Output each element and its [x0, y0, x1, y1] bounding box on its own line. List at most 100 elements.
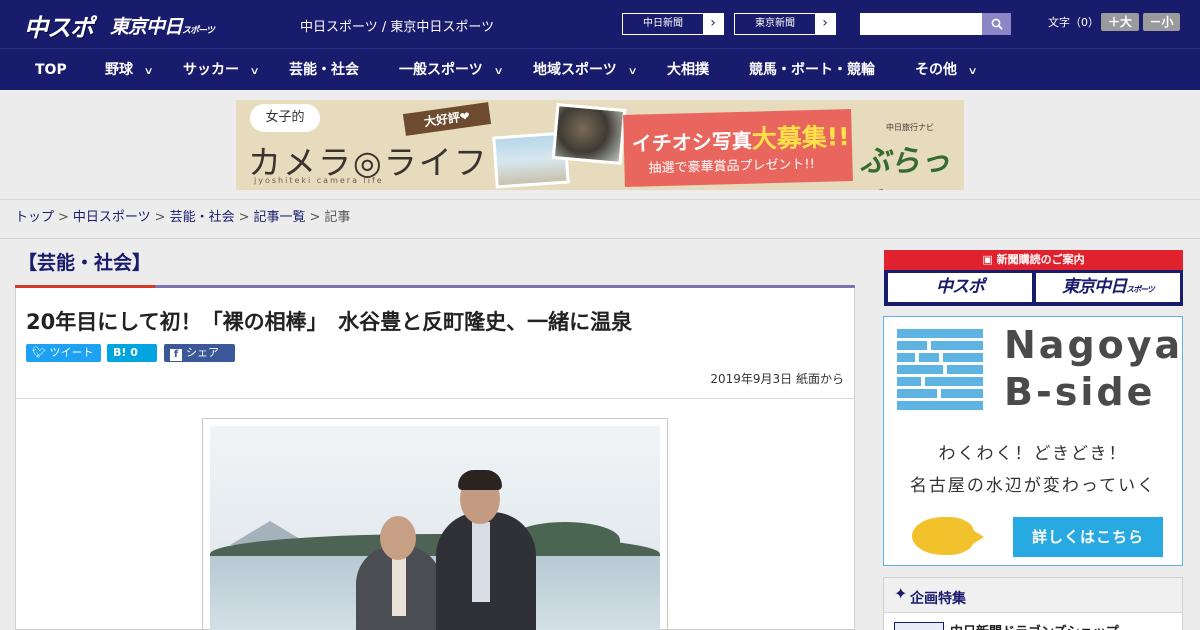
breadcrumb-separator: >: [58, 210, 69, 225]
dragons-shop-thumbnail[interactable]: [894, 622, 944, 630]
main-nav: TOP 野球 ∨ サッカー ∨ 芸能・社会 一般スポーツ ∨ 地域スポーツ ∨ 大相撲 …: [0, 48, 1200, 90]
breadcrumb-current: 記事: [324, 210, 351, 225]
breadcrumb: トップ > 中日スポーツ > 芸能・社会 > 記事一覧 > 記事: [0, 200, 1200, 239]
search-button[interactable]: [982, 13, 1011, 35]
subscribe-tokyo-text: 東京中日: [1062, 277, 1127, 297]
nagoya-bside-ad[interactable]: Nagoya B-side わくわく！どきどき！ 名古屋の水辺が変わっていく 詳…: [883, 316, 1183, 566]
hatena-bookmark-button[interactable]: B! 0: [107, 344, 157, 362]
special-feature-box: ✦ 企画特集 中日新聞ドラゴンズショップ: [883, 577, 1183, 630]
nav-item-other[interactable]: その他 ∨: [915, 49, 978, 91]
twitter-icon: 🐦︎: [32, 346, 50, 359]
ribbon-icon: ✦: [894, 584, 908, 603]
banner-brand-label: 中日旅行ナビ: [886, 123, 934, 132]
banner-subtitle: jyoshiteki camera life: [254, 176, 384, 185]
banner-headline-em: 大募集!!: [751, 122, 850, 154]
nav-item-entertainment[interactable]: 芸能・社会: [289, 49, 359, 91]
breadcrumb-top[interactable]: トップ: [15, 210, 54, 225]
subscribe-chuspo-button[interactable]: 中スポ: [888, 273, 1032, 302]
banner-bubble: 女子的: [250, 104, 320, 132]
facebook-icon: f: [170, 349, 182, 361]
article-divider: [16, 398, 854, 399]
nav-label: その他: [915, 62, 957, 78]
banner-headline: イチオシ写真大募集!!: [631, 117, 850, 159]
nav-label: 地域スポーツ: [533, 62, 617, 78]
photo-person-left-shirt: [392, 556, 406, 616]
bside-title-line1: Nagoya: [1004, 323, 1184, 367]
article-photo[interactable]: [210, 426, 660, 630]
tokyo-shimbun-button[interactable]: 東京新聞 ›: [734, 13, 836, 35]
subscription-label-text: 新聞購読のご案内: [996, 253, 1085, 266]
nav-item-racing[interactable]: 競馬・ボート・競輪: [749, 49, 875, 91]
search-icon: [991, 18, 1003, 30]
brick-logo-icon: [897, 329, 983, 413]
tweet-button[interactable]: 🐦︎ ツイート: [26, 344, 101, 362]
nav-label: 野球: [105, 62, 133, 78]
tweet-label: ツイート: [49, 346, 94, 359]
photo-person-left-head: [380, 516, 416, 560]
newspaper-icon: ▣: [982, 253, 997, 266]
banner-brand-logo: ぶらっ人: [860, 144, 950, 190]
tokyo-shimbun-label: 東京新聞: [735, 14, 815, 34]
subscribe-tokyo-button[interactable]: 東京中日スポーツ: [1036, 273, 1180, 302]
dragons-shop-link[interactable]: 中日新聞ドラゴンズショップ: [950, 621, 1119, 630]
bside-catch-line2: 名古屋の水辺が変わっていく: [909, 476, 1157, 496]
article: 20年目にして初！「裸の相棒」 水谷豊と反町隆史、一緒に温泉 🐦︎ ツイート B…: [15, 288, 855, 630]
photo-person-right-hair: [458, 470, 502, 490]
chevron-down-icon: ∨: [493, 66, 504, 77]
banner-ribbon: イチオシ写真大募集!! 抽選で豪華賞品プレゼント!!: [623, 109, 853, 187]
search-input[interactable]: [860, 13, 982, 35]
header-topbar: 中スポ 東京中日スポーツ 中日スポーツ / 東京中日スポーツ 中日新聞 › 東京…: [0, 0, 1200, 48]
mascot-fish-icon: [912, 517, 974, 555]
facebook-share-button[interactable]: f シェア 0: [164, 344, 235, 377]
article-title: 20年目にして初！「裸の相棒」 水谷豊と反町隆史、一緒に温泉: [26, 310, 633, 334]
nav-label: 大相撲: [667, 62, 709, 78]
chevron-down-icon: ∨: [249, 66, 260, 77]
breadcrumb-entertainment[interactable]: 芸能・社会: [170, 210, 235, 225]
chunichi-shimbun-button[interactable]: 中日新聞 ›: [622, 13, 724, 35]
subscribe-tokyo-small: スポーツ: [1126, 285, 1155, 294]
chuspo-logo[interactable]: 中スポ: [24, 8, 94, 43]
nav-item-top[interactable]: TOP: [35, 49, 67, 91]
breadcrumb-chunichi-sports[interactable]: 中日スポーツ: [73, 210, 151, 225]
font-larger-button[interactable]: ＋大: [1101, 13, 1139, 31]
font-size-label: 文字（0）: [1048, 16, 1099, 29]
bside-title-line2: B-side: [1004, 370, 1156, 414]
chevron-down-icon: ∨: [627, 66, 638, 77]
photo-person-right-shirt: [472, 522, 490, 602]
chevron-right-icon: ›: [822, 15, 828, 31]
nav-item-sumo[interactable]: 大相撲: [667, 49, 709, 91]
special-feature-title: 企画特集: [910, 591, 966, 607]
banner-zone: 女子的 カメラ◎ライフ jyoshiteki camera life 大好評❤ …: [0, 90, 1200, 200]
camera-life-banner[interactable]: 女子的 カメラ◎ライフ jyoshiteki camera life 大好評❤ …: [236, 100, 964, 190]
subscription-label: ▣ 新聞購読のご案内: [884, 251, 1183, 269]
nav-label: TOP: [35, 62, 67, 78]
nav-label: 一般スポーツ: [399, 62, 483, 78]
nav-item-regional-sports[interactable]: 地域スポーツ ∨: [533, 49, 638, 91]
special-feature-header: ✦ 企画特集: [884, 578, 1182, 613]
site-links[interactable]: 中日スポーツ / 東京中日スポーツ: [300, 16, 494, 35]
chunichi-shimbun-label: 中日新聞: [623, 14, 703, 34]
nav-label: サッカー: [183, 62, 239, 78]
chevron-down-icon: ∨: [143, 66, 154, 77]
bside-catch-line1: わくわく！どきどき！: [938, 444, 1128, 464]
tokyo-logo-small: スポーツ: [182, 26, 215, 36]
breadcrumb-separator: >: [309, 210, 321, 225]
nav-item-baseball[interactable]: 野球 ∨: [105, 49, 154, 91]
breadcrumb-separator: >: [154, 210, 166, 225]
banner-prize-text: 抽選で豪華賞品プレゼント!!: [648, 156, 816, 177]
tokyo-chunichi-logo[interactable]: 東京中日スポーツ: [110, 12, 215, 39]
font-smaller-button[interactable]: －小: [1143, 13, 1180, 31]
banner-headline-pre: イチオシ写真: [631, 128, 753, 156]
banner-award-tag: 大好評❤: [402, 102, 492, 136]
breadcrumb-article-list[interactable]: 記事一覧: [254, 210, 306, 225]
nav-label: 芸能・社会: [289, 62, 359, 78]
bside-details-button[interactable]: 詳しくはこちら: [1013, 517, 1163, 557]
nav-item-general-sports[interactable]: 一般スポーツ ∨: [399, 49, 504, 91]
tokyo-logo-text: 東京中日: [110, 16, 183, 38]
chevron-down-icon: ∨: [967, 66, 978, 77]
category-heading: 【芸能・社会】: [18, 252, 152, 274]
nav-item-soccer[interactable]: サッカー ∨: [183, 49, 260, 91]
breadcrumb-separator: >: [238, 210, 250, 225]
nav-label: 競馬・ボート・競輪: [749, 62, 875, 78]
article-date: 2019年9月3日 紙面から: [710, 372, 844, 386]
